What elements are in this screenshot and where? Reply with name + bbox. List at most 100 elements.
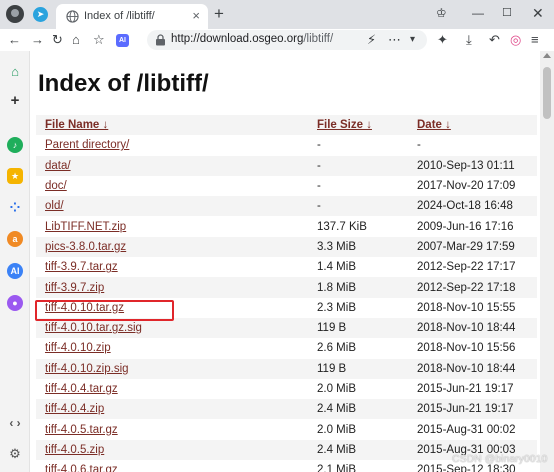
chat-ai-icon[interactable]: a — [7, 231, 23, 247]
header-date: Date ↓ — [408, 115, 537, 135]
table-row: tiff-4.0.10.tar.gz.sig 119 B 2018-Nov-10 1… — [36, 317, 537, 339]
file-date-cell: 2018-Nov-10 18:44 — [417, 322, 516, 335]
file-link[interactable]: tiff-4.0.4.tar.gz — [45, 383, 118, 395]
header-file-name: File Name ↓ — [36, 115, 308, 135]
file-date-cell: 2018-Nov-10 18:44 — [417, 362, 516, 375]
file-link[interactable]: tiff-4.0.10.tar.gz.sig — [45, 322, 142, 334]
shirt-icon[interactable]: ♔ — [436, 5, 447, 21]
scrollbar-thumb[interactable] — [543, 67, 551, 119]
new-tab-button[interactable]: + — [214, 4, 224, 24]
file-link[interactable]: tiff-3.9.7.tar.gz — [45, 261, 118, 273]
network-app-icon[interactable]: ⁘ — [7, 200, 23, 216]
scroll-up-arrow[interactable] — [543, 53, 551, 58]
navigation-toolbar: ← → ↻ ⌂ ☆ AI http://download.osgeo.org/l… — [0, 29, 554, 51]
home-icon[interactable]: ⌂ — [72, 31, 80, 49]
ai-assistant-icon[interactable]: AI — [116, 34, 129, 47]
maximize-button[interactable]: ☐ — [502, 5, 512, 21]
telegram-icon[interactable]: ➤ — [33, 7, 48, 22]
more-menu-icon[interactable]: ⋯ — [388, 31, 401, 49]
file-link[interactable]: data/ — [45, 160, 71, 172]
collapse-sidebar-icon[interactable]: ‹ › — [7, 415, 23, 431]
file-name-cell: tiff-3.9.7.zip — [36, 277, 308, 297]
file-name-cell: LibTIFF.NET.zip — [36, 216, 308, 236]
close-window-button[interactable]: ✕ — [532, 5, 544, 21]
file-date-cell: 2015-Jun-21 19:17 — [417, 383, 514, 395]
file-size-cell: - — [317, 180, 321, 193]
file-size-cell: 1.8 MiB — [317, 281, 356, 294]
table-row: pics-3.8.0.tar.gz 3.3 MiB 2007-Mar-29 17:5… — [36, 236, 537, 258]
menu-icon[interactable]: ≡ — [531, 31, 539, 49]
home-sidebar-icon[interactable]: ⌂ — [7, 64, 23, 80]
lightning-icon[interactable]: ⚡ — [367, 31, 376, 49]
file-link[interactable]: tiff-3.9.7.zip — [45, 282, 104, 294]
table-row: tiff-4.0.10.zip.sig 119 B 2018-Nov-10 18:4… — [36, 358, 537, 379]
browser-logo-icon[interactable]: ◎ — [510, 31, 521, 49]
site-info-icon[interactable] — [155, 34, 166, 46]
sort-by-date-link[interactable]: Date ↓ — [417, 119, 451, 131]
file-link[interactable]: Parent directory/ — [45, 139, 129, 151]
file-date-cell: 2017-Nov-20 17:09 — [417, 180, 516, 193]
extensions-icon[interactable]: ✦ — [437, 31, 448, 49]
file-name-cell: tiff-4.0.10.zip.sig — [36, 359, 308, 379]
minimize-button[interactable]: — — [472, 5, 484, 21]
bookmark-star-icon[interactable]: ☆ — [93, 31, 105, 49]
address-bar[interactable]: http://download.osgeo.org/libtiff/ — [147, 30, 427, 50]
header-file-size: File Size ↓ — [308, 115, 408, 135]
add-sidebar-icon[interactable]: + — [7, 93, 23, 109]
file-link[interactable]: LibTIFF.NET.zip — [45, 221, 126, 233]
file-size-cell: 2.1 MiB — [317, 464, 356, 472]
close-tab-icon[interactable]: × — [192, 8, 200, 23]
file-date-cell: 2015-Aug-31 00:02 — [417, 423, 516, 436]
forward-icon[interactable]: → — [31, 31, 44, 49]
sidebar: ⌂ + ♪ ★ ⁘ a AI ● ‹ › ⚙ — [0, 51, 30, 472]
file-size-cell: 2.0 MiB — [317, 383, 356, 395]
file-date-cell: 2009-Jun-16 17:16 — [417, 220, 514, 233]
star-app-icon[interactable]: ★ — [7, 168, 23, 184]
file-date-cell: 2012-Sep-22 17:18 — [417, 281, 516, 294]
file-name-cell: Parent directory/ — [36, 135, 308, 155]
file-link[interactable]: tiff-4.0.5.tar.gz — [45, 424, 118, 436]
file-name-cell: tiff-3.9.7.tar.gz — [36, 257, 308, 277]
tab-title: Index of /libtiff/ — [84, 10, 155, 22]
download-icon[interactable]: ⤓ — [466, 31, 472, 49]
file-link[interactable]: tiff-4.0.6.tar.gz — [45, 464, 118, 472]
file-name-cell: data/ — [36, 156, 308, 176]
table-row: data/ - 2010-Sep-13 01:11 — [36, 155, 537, 176]
file-link[interactable]: pics-3.8.0.tar.gz — [45, 241, 126, 253]
table-header-row: File Name ↓ File Size ↓ Date ↓ — [36, 115, 537, 136]
ai-app-icon[interactable]: AI — [7, 263, 23, 279]
file-date-cell: - — [417, 139, 421, 152]
chevron-down-icon[interactable]: ▾ — [410, 31, 415, 49]
active-tab[interactable]: Index of /libtiff/ × — [56, 4, 208, 29]
file-size-cell: 137.7 KiB — [317, 220, 367, 233]
file-name-cell: tiff-4.0.10.tar.gz.sig — [36, 318, 308, 338]
file-date-cell: 2007-Mar-29 17:59 — [417, 240, 515, 253]
file-date-cell: 2018-Nov-10 15:56 — [417, 342, 516, 355]
profile-avatar[interactable] — [6, 5, 24, 23]
tab-strip: ➤ Index of /libtiff/ × + ♔ — ☐ ✕ — [0, 0, 554, 29]
vertical-scrollbar[interactable] — [540, 51, 554, 472]
watermark: CSDN @binary0010 — [452, 453, 548, 465]
page-title: Index of /libtiff/ — [38, 70, 209, 97]
file-size-cell: - — [317, 139, 321, 152]
file-link[interactable]: tiff-4.0.4.zip — [45, 403, 104, 415]
sort-by-name-link[interactable]: File Name ↓ — [45, 119, 108, 131]
file-name-cell: old/ — [36, 196, 308, 216]
file-link[interactable]: doc/ — [45, 180, 67, 192]
file-link[interactable]: old/ — [45, 200, 64, 212]
sort-by-size-link[interactable]: File Size ↓ — [317, 119, 372, 131]
url-text: http://download.osgeo.org/libtiff/ — [171, 33, 333, 45]
file-listing-table: File Name ↓ File Size ↓ Date ↓ Parent di… — [36, 115, 537, 472]
file-link[interactable]: tiff-4.0.10.zip.sig — [45, 363, 129, 375]
phone-app-icon[interactable]: ♪ — [7, 137, 23, 153]
bot-app-icon[interactable]: ● — [7, 295, 23, 311]
file-link[interactable]: tiff-4.0.5.zip — [45, 444, 104, 456]
back-icon[interactable]: ← — [8, 31, 21, 49]
file-size-cell: 2.3 MiB — [317, 301, 356, 314]
undo-icon[interactable]: ↶ — [489, 31, 500, 49]
file-name-cell: pics-3.8.0.tar.gz — [36, 237, 308, 257]
file-link[interactable]: tiff-4.0.10.zip — [45, 342, 111, 354]
reload-icon[interactable]: ↻ — [52, 31, 63, 49]
file-size-cell: 2.4 MiB — [317, 403, 356, 416]
settings-gear-icon[interactable]: ⚙ — [7, 446, 23, 462]
